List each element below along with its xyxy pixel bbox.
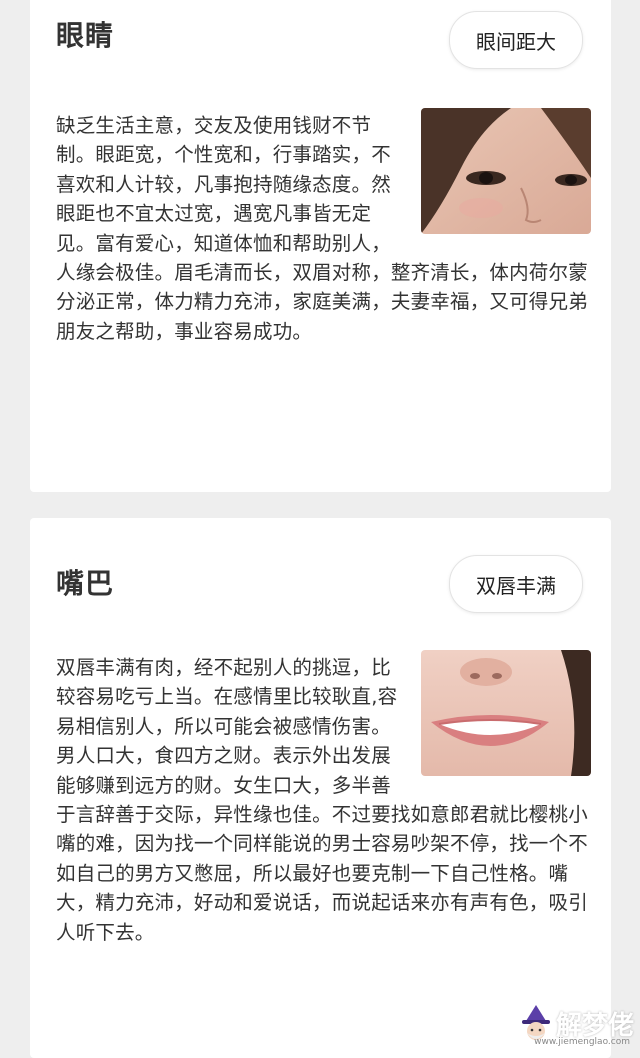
section-title: 眼睛 [56, 19, 115, 52]
feature-tag-button[interactable]: 眼间距大 [449, 11, 583, 69]
feature-tag-button[interactable]: 双唇丰满 [449, 555, 583, 613]
watermark-url: www.jiemenglao.com [534, 1037, 630, 1047]
section-card-mouth: 嘴巴 双唇丰满 双唇丰满有肉，经不起别人的挑逗，比较容易吃亏上当。在感情里比较耿… [30, 518, 611, 1058]
section-body: 缺乏生活主意，交友及使用钱财不节制。眼距宽，个性宽和，行事踏实，不喜欢和人计较，… [56, 108, 591, 346]
section-body: 双唇丰满有肉，经不起别人的挑逗，比较容易吃亏上当。在感情里比较耿直,容易相信别人… [56, 650, 591, 947]
eyes-photo [421, 108, 591, 234]
section-card-eyes: 眼睛 眼间距大 缺乏生活主意，交友及使用钱财不节制。眼距宽，个性宽和，行事踏实，… [30, 0, 611, 492]
watermark-text: 解梦佬 [555, 1010, 634, 1041]
lips-photo [421, 650, 591, 776]
section-title: 嘴巴 [56, 567, 115, 600]
site-watermark: 解梦佬 www.jiemenglao.com [516, 1003, 634, 1047]
